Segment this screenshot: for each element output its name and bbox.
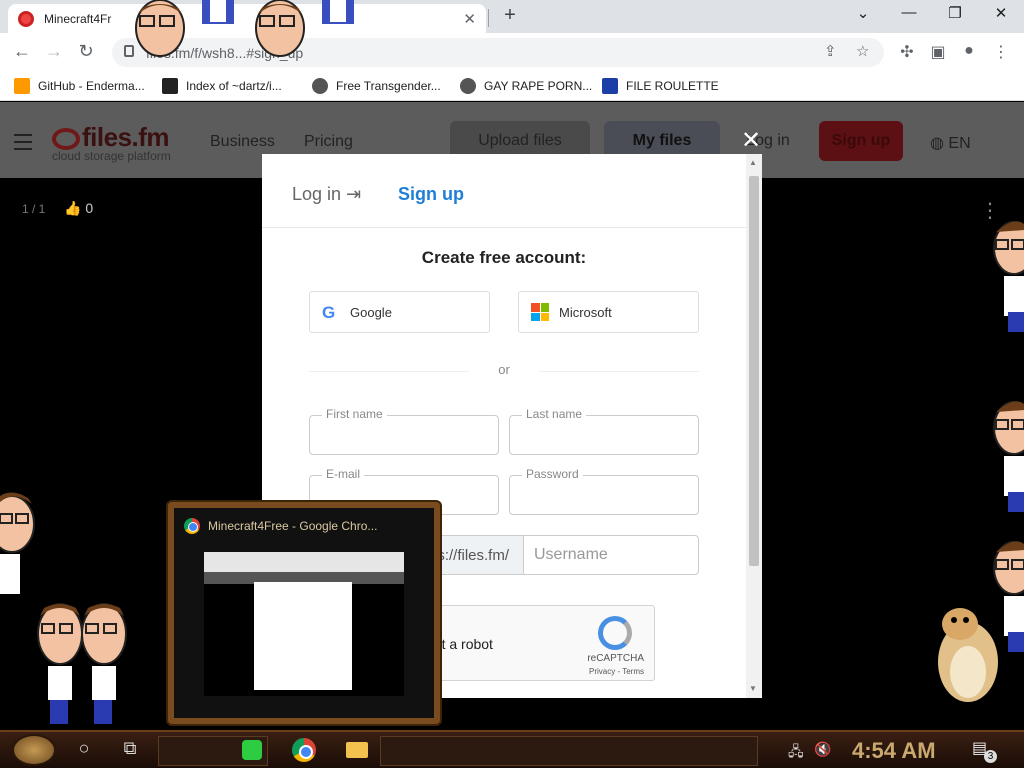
forward-icon[interactable]: → <box>42 41 66 62</box>
google-button[interactable]: G Google <box>309 291 490 333</box>
bookmark-item[interactable]: GitHub - Enderma... <box>14 78 145 94</box>
modal-title: Create free account: <box>421 248 587 267</box>
tile-icon <box>162 78 178 94</box>
bookmarks-bar: GitHub - Enderma... Index of ~dartz/i...… <box>0 71 1024 101</box>
recaptcha-icon <box>598 616 632 650</box>
spotify-icon[interactable] <box>242 740 262 760</box>
bookmark-star-icon[interactable]: ☆ <box>856 42 869 60</box>
volume-muted-icon[interactable]: 🔇 <box>814 741 831 758</box>
tab-signup[interactable]: Sign up <box>398 184 464 205</box>
file-counter: 1 / 1 <box>22 202 46 216</box>
preview-thumbnail <box>204 552 404 696</box>
modal-scrollbar[interactable]: ▲ ▼ <box>746 154 762 698</box>
language-selector[interactable]: ◍ EN <box>930 133 971 153</box>
nav-business[interactable]: Business <box>210 133 275 151</box>
site-logo[interactable]: files.fm cloud storage platform <box>52 122 171 163</box>
hamburger-icon[interactable] <box>14 134 32 155</box>
close-window-button[interactable]: ✕ <box>986 4 1016 22</box>
logo-ring-icon <box>52 128 80 151</box>
side-panel-icon[interactable]: ▣ <box>927 42 949 62</box>
bookmark-item[interactable]: Free Transgender... <box>312 78 441 94</box>
tab-close-icon[interactable]: ✕ <box>463 10 476 28</box>
minimize-button[interactable]: — <box>894 4 924 21</box>
face-sticker <box>135 0 234 57</box>
menu-icon[interactable]: ⋮ <box>990 42 1012 62</box>
mft-icon <box>602 78 618 94</box>
or-separator: or <box>498 362 510 377</box>
restore-button[interactable]: ❐ <box>940 4 970 22</box>
nav-pricing[interactable]: Pricing <box>304 133 353 151</box>
microsoft-icon <box>531 303 549 321</box>
notification-count: 3 <box>984 750 997 763</box>
face-sticker <box>37 603 127 724</box>
face-sticker <box>993 401 1024 512</box>
network-icon[interactable]: 🖧 <box>788 741 804 765</box>
extensions-icon[interactable]: ✣ <box>896 42 918 62</box>
tab-title: Minecraft4Fr <box>44 11 112 26</box>
back-icon[interactable]: ← <box>10 41 34 62</box>
tab-favicon-icon <box>18 10 34 27</box>
task-view-icon[interactable]: ⧉ <box>118 738 142 759</box>
start-button[interactable] <box>12 734 56 766</box>
scroll-down-icon[interactable]: ▼ <box>749 684 757 693</box>
modal-tabs: Log in ⇥ Sign up <box>262 154 746 228</box>
taskbar: ○ ⧉ 🖧 🔇 4:54 AM ▤ 3 <box>0 730 1024 768</box>
profile-icon[interactable]: ● <box>958 42 980 60</box>
recaptcha-links[interactable]: Privacy - Terms <box>589 667 644 676</box>
share-icon[interactable]: ⇪ <box>824 42 837 60</box>
recaptcha-label: reCAPTCHA <box>587 653 644 664</box>
password-field[interactable]: Password <box>509 467 699 515</box>
file-explorer-icon[interactable] <box>346 742 368 758</box>
tab-search-icon[interactable]: ⌄ <box>848 4 878 22</box>
face-sticker <box>255 0 354 57</box>
face-sticker <box>993 221 1024 332</box>
face-sticker <box>0 492 35 594</box>
like-button[interactable]: 👍 0 <box>64 200 93 217</box>
google-icon: G <box>322 303 336 322</box>
hamster-sticker <box>938 608 998 702</box>
person-icon <box>312 78 328 94</box>
tab-separator <box>488 9 489 27</box>
modal-close-icon[interactable]: ✕ <box>741 126 761 155</box>
reload-icon[interactable]: ↻ <box>74 41 98 62</box>
preview-title: Minecraft4Free - Google Chro... <box>208 519 378 533</box>
tab-login[interactable]: Log in ⇥ <box>292 184 361 205</box>
new-tab-button[interactable]: + <box>498 4 522 27</box>
taskbar-slot <box>380 736 758 766</box>
username-input[interactable]: Username <box>524 536 698 574</box>
chrome-icon <box>184 518 200 534</box>
scroll-up-icon[interactable]: ▲ <box>749 158 757 167</box>
microsoft-button[interactable]: Microsoft <box>518 291 699 333</box>
bookmark-item[interactable]: FILE ROULETTE <box>602 78 719 94</box>
bookmark-item[interactable]: Index of ~dartz/i... <box>162 78 282 94</box>
login-arrow-icon: ⇥ <box>346 184 362 204</box>
bookmark-item[interactable]: GAY RAPE PORN... <box>460 78 592 94</box>
search-icon[interactable]: ○ <box>72 738 96 759</box>
scroll-thumb[interactable] <box>749 176 759 566</box>
globe-icon <box>460 78 476 94</box>
ph-icon <box>14 78 30 94</box>
first-name-field[interactable]: First name <box>309 407 499 455</box>
taskbar-preview[interactable]: Minecraft4Free - Google Chro... <box>168 502 440 724</box>
signup-button[interactable]: Sign up <box>819 121 903 161</box>
chrome-taskbar-icon[interactable] <box>292 738 316 762</box>
last-name-field[interactable]: Last name <box>509 407 699 455</box>
clock[interactable]: 4:54 AM <box>852 738 936 764</box>
